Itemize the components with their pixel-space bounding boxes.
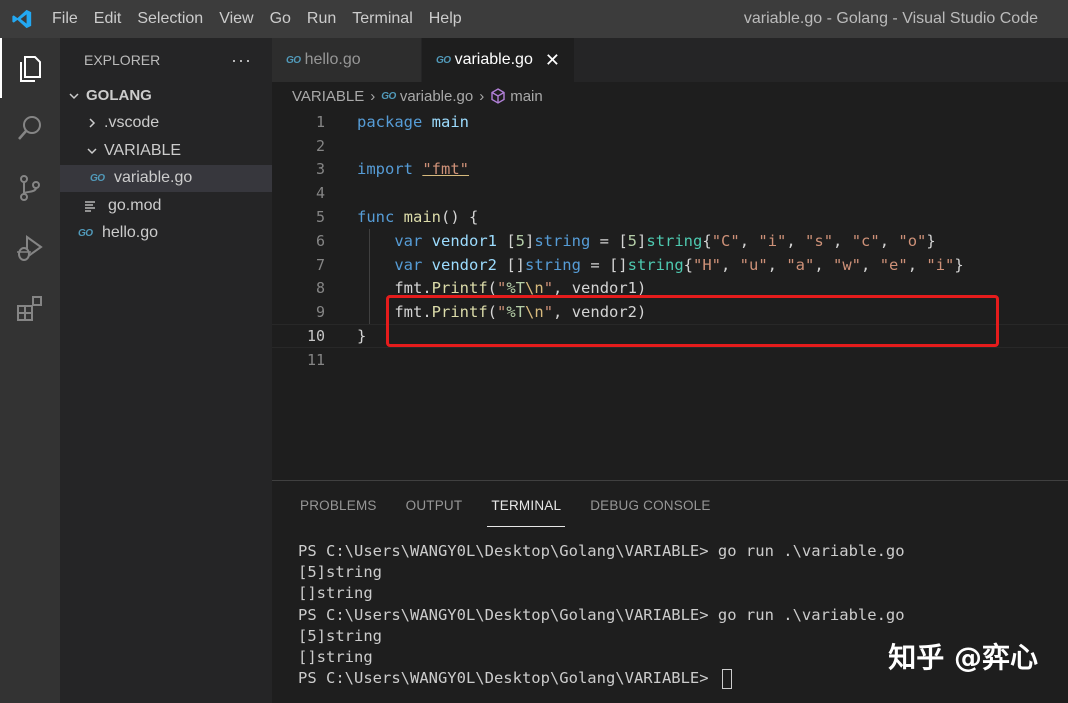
terminal-line: PS C:\Users\WANGY0L\Desktop\Golang\VARIA… [298,542,905,560]
breadcrumb-file[interactable]: GO variable.go [381,88,473,105]
panel-tabs: PROBLEMS OUTPUT TERMINAL DEBUG CONSOLE [272,481,1068,531]
tree-root-golang[interactable]: GOLANG [60,82,272,110]
go-file-icon: GO [78,227,93,239]
extensions-icon[interactable] [0,278,60,338]
code-line[interactable]: 1 package main [272,110,1068,134]
code-line[interactable]: 8 fmt.Printf("%T\n", vendor1) [272,277,1068,301]
mod-file-icon [84,200,106,212]
activity-bar [0,38,60,703]
breadcrumb-symbol[interactable]: main [490,88,543,105]
terminal-cursor [721,668,732,689]
code-line[interactable]: 4 [272,181,1068,205]
tab-hello-go[interactable]: GO hello.go [272,38,422,82]
source-control-icon[interactable] [0,158,60,218]
breadcrumb: VARIABLE › GO variable.go › main [272,82,1068,110]
line-number: 3 [315,160,325,179]
line-number: 10 [306,327,325,346]
code-line[interactable]: 3 import "fmt" [272,158,1068,182]
go-file-icon: GO [90,172,105,184]
line-number: 8 [315,279,325,298]
tab-debug-console[interactable]: DEBUG CONSOLE [590,481,710,531]
line-content: fmt.Printf("%T\n", vendor2) [357,303,647,322]
close-icon[interactable]: ✕ [545,50,560,71]
chevron-right-icon: › [479,87,485,105]
chevron-down-icon [66,88,82,104]
tree-item-label: .vscode [104,114,160,132]
line-content: import "fmt" [357,160,470,179]
line-content: } [357,327,367,346]
line-content: var vendor2 []string = []string{"H", "u"… [394,255,964,274]
line-number: 4 [315,184,325,203]
vscode-logo-icon [0,0,44,38]
more-actions-icon[interactable]: ··· [231,50,252,71]
explorer-icon[interactable] [0,38,60,98]
code-line[interactable]: 5 func main() { [272,205,1068,229]
title-bar: File Edit Selection View Go Run Terminal Help v… [0,0,1068,38]
explorer-sidebar: EXPLORER ··· GOLANG .vscode VARIABLE GO … [60,38,272,703]
symbol-method-icon [491,88,505,104]
code-line[interactable]: 10} [272,324,1068,348]
tab-output[interactable]: OUTPUT [406,481,463,531]
tree-item-label: go.mod [108,196,162,214]
menu-terminal[interactable]: Terminal [344,0,420,38]
tree-item-go-mod[interactable]: go.mod [60,192,272,220]
menu-view[interactable]: View [211,0,261,38]
line-number: 9 [315,303,325,322]
menu-file[interactable]: File [44,0,86,38]
window-title: variable.go - Golang - Visual Studio Cod… [743,10,1038,27]
tree-item-hello-go[interactable]: GO hello.go [60,220,272,248]
code-line[interactable]: 9 fmt.Printf("%T\n", vendor2) [272,300,1068,324]
editor-tabs: GO hello.go GO variable.go ✕ [272,38,1068,82]
line-number: 6 [315,231,325,250]
terminal-line: [5]string [298,563,382,582]
explorer-title: EXPLORER [84,52,161,68]
watermark: 知乎 @弈心 [888,641,1038,674]
line-content: fmt.Printf("%T\n", vendor1) [357,279,647,298]
breadcrumb-file-label: variable.go [399,87,474,105]
tree-item-variable-folder[interactable]: VARIABLE [60,137,272,165]
menu-help[interactable]: Help [421,0,470,38]
code-line[interactable]: 7 var vendor2 []string = []string{"H", "… [272,253,1068,277]
tab-terminal[interactable]: TERMINAL [487,481,566,531]
line-content: var vendor1 [5]string = [5]string{"C", "… [394,231,936,250]
tab-problems[interactable]: PROBLEMS [300,481,377,531]
menu-edit[interactable]: Edit [86,0,130,38]
tree-item-variable-go[interactable]: GO variable.go [60,164,272,192]
line-number: 1 [315,112,325,131]
code-line[interactable]: 2 [272,134,1068,158]
go-file-icon: GO [381,90,396,102]
breadcrumb-symbol-label: main [510,87,543,105]
line-number: 5 [315,208,325,227]
tab-label: variable.go [454,51,533,68]
tree-item-label: VARIABLE [104,141,182,159]
chevron-down-icon [84,143,100,159]
go-file-icon: GO [286,54,301,66]
line-number: 2 [315,136,325,155]
menu-go[interactable]: Go [262,0,299,38]
tree-root-label: GOLANG [86,87,152,105]
line-content: func main() { [357,208,479,227]
line-number: 11 [306,350,325,369]
breadcrumb-folder[interactable]: VARIABLE [292,88,364,105]
code-line[interactable]: 6 var vendor1 [5]string = [5]string{"C",… [272,229,1068,253]
tree-item-label: variable.go [114,169,193,187]
chevron-right-icon: › [370,87,376,105]
line-number: 7 [315,255,325,274]
editor-area: GO hello.go GO variable.go ✕ VARIABLE › … [272,38,1068,480]
line-content: package main [357,112,469,131]
menu-run[interactable]: Run [299,0,344,38]
menu-bar: File Edit Selection View Go Run Terminal Help [44,0,470,38]
tree-item-label: hello.go [102,224,159,242]
go-file-icon: GO [436,54,451,66]
run-debug-icon[interactable] [0,218,60,278]
terminal-line: []string [298,584,373,603]
chevron-right-icon [84,115,100,131]
code-line[interactable]: 11 [272,348,1068,372]
tab-label: hello.go [304,51,361,68]
tab-variable-go[interactable]: GO variable.go ✕ [422,38,575,82]
menu-selection[interactable]: Selection [129,0,211,38]
terminal-line: PS C:\Users\WANGY0L\Desktop\Golang\VARIA… [298,605,905,624]
search-icon[interactable] [0,98,60,158]
tree-item-vscode-folder[interactable]: .vscode [60,110,272,138]
